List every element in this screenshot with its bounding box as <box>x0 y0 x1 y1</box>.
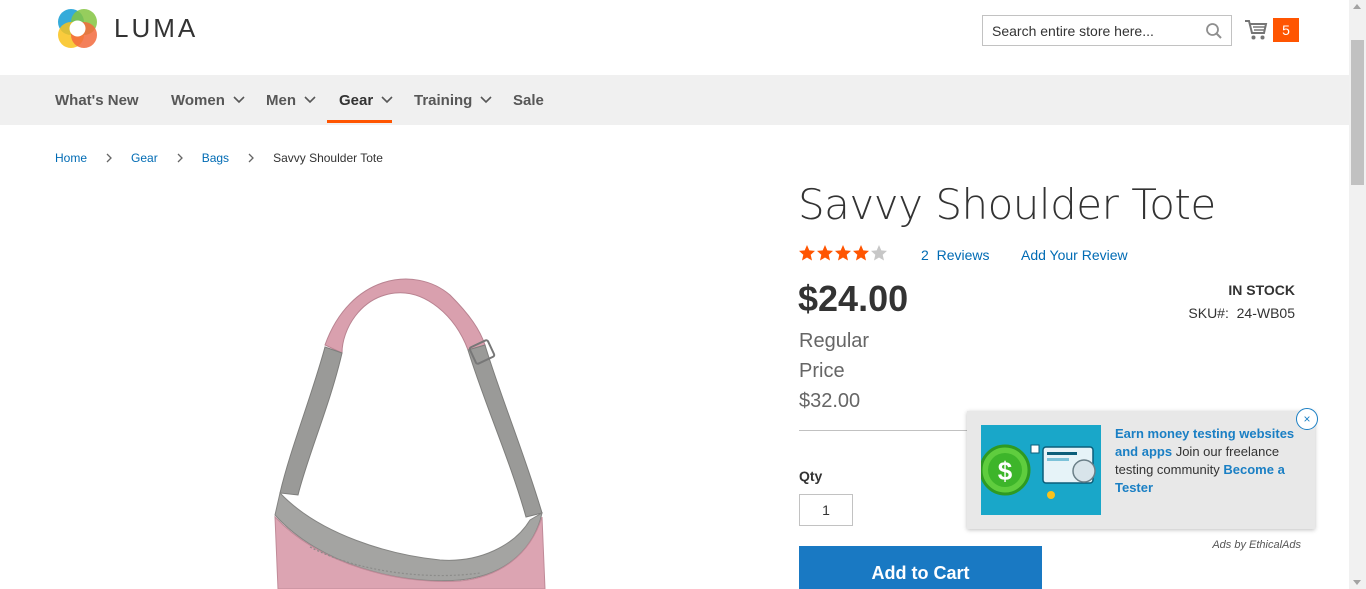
star-filled-icon <box>817 245 833 261</box>
chevron-down-icon <box>480 96 492 104</box>
active-nav-indicator <box>327 120 392 123</box>
star-empty-icon <box>871 245 887 261</box>
nav-item-sale[interactable]: Sale <box>513 75 544 125</box>
scroll-down-arrow-icon[interactable] <box>1353 580 1361 585</box>
search-input[interactable] <box>983 16 1193 45</box>
qty-input[interactable] <box>799 494 853 526</box>
nav-item-women[interactable]: Women <box>171 75 245 125</box>
nav-item-men[interactable]: Men <box>266 75 316 125</box>
chevron-right-icon <box>106 153 112 163</box>
main-navigation: What's New Women Men Gear Training Sale <box>0 75 1349 125</box>
final-price: $24.00 <box>798 278 909 319</box>
chevron-right-icon <box>248 153 254 163</box>
star-filled-icon <box>853 245 869 261</box>
sku-label: SKU#: <box>1188 305 1229 321</box>
nav-item-label: Gear <box>339 91 374 109</box>
nav-item-whats-new[interactable]: What's New <box>55 75 139 125</box>
nav-item-training[interactable]: Training <box>414 75 492 125</box>
sku-info: SKU#: 24-WB05 <box>1188 305 1295 321</box>
site-header: LUMA 5 <box>0 0 1349 75</box>
regular-price-value: $32.00 <box>799 390 861 412</box>
chevron-down-icon <box>381 96 393 104</box>
page-scrollbar[interactable] <box>1349 0 1366 589</box>
add-review-link[interactable]: Add Your Review <box>1021 247 1128 263</box>
cart-count-badge: 5 <box>1273 18 1299 42</box>
nav-item-label: Women <box>171 91 225 109</box>
ad-attribution[interactable]: Ads by EthicalAds <box>1212 539 1301 551</box>
reviews-count: 2 <box>921 247 929 263</box>
minicart-button[interactable]: 5 <box>1244 18 1299 42</box>
nav-item-gear[interactable]: Gear <box>339 75 393 125</box>
search-box <box>982 15 1232 46</box>
chevron-right-icon <box>177 153 183 163</box>
logo-text: LUMA <box>114 13 199 43</box>
breadcrumb-bags[interactable]: Bags <box>202 151 229 165</box>
chevron-down-icon <box>304 96 316 104</box>
sku-value: 24-WB05 <box>1236 305 1295 321</box>
nav-item-label: Men <box>266 91 296 109</box>
reviews-link[interactable]: 2 Reviews <box>921 247 989 263</box>
product-main-image[interactable] <box>230 255 590 589</box>
scroll-up-arrow-icon[interactable] <box>1353 4 1361 9</box>
ad-dollar-illustration: $ <box>981 425 1101 515</box>
search-icon[interactable] <box>1205 22 1223 40</box>
rating-stars <box>798 244 888 262</box>
star-filled-icon <box>799 245 815 261</box>
luma-logo-icon <box>58 9 97 48</box>
scrollbar-thumb[interactable] <box>1351 40 1364 185</box>
breadcrumb-current: Savvy Shoulder Tote <box>273 151 383 165</box>
star-filled-icon <box>835 245 851 261</box>
product-title: Savvy Shoulder Tote <box>798 180 1216 229</box>
breadcrumb-home[interactable]: Home <box>55 151 87 165</box>
add-to-cart-button[interactable]: Add to Cart <box>799 546 1042 589</box>
nav-item-label: Training <box>414 91 473 109</box>
svg-text:$: $ <box>998 456 1013 486</box>
breadcrumb: Home Gear Bags Savvy Shoulder Tote <box>55 151 383 165</box>
nav-item-label: Sale <box>513 91 544 109</box>
ethical-ad[interactable]: $ Earn money testing websites and apps J… <box>967 411 1315 529</box>
reviews-label: Reviews <box>936 247 990 263</box>
ad-text[interactable]: Earn money testing websites and apps Joi… <box>1115 425 1305 497</box>
store-logo[interactable]: LUMA <box>55 6 198 51</box>
ad-close-button[interactable]: × <box>1296 408 1318 430</box>
shopping-cart-icon <box>1245 20 1268 40</box>
qty-label: Qty <box>799 468 823 484</box>
nav-item-label: What's New <box>55 91 139 109</box>
stock-status: IN STOCK <box>1228 282 1295 298</box>
breadcrumb-gear[interactable]: Gear <box>131 151 158 165</box>
regular-price-label: Regular Price <box>799 330 870 382</box>
chevron-down-icon <box>233 96 245 104</box>
